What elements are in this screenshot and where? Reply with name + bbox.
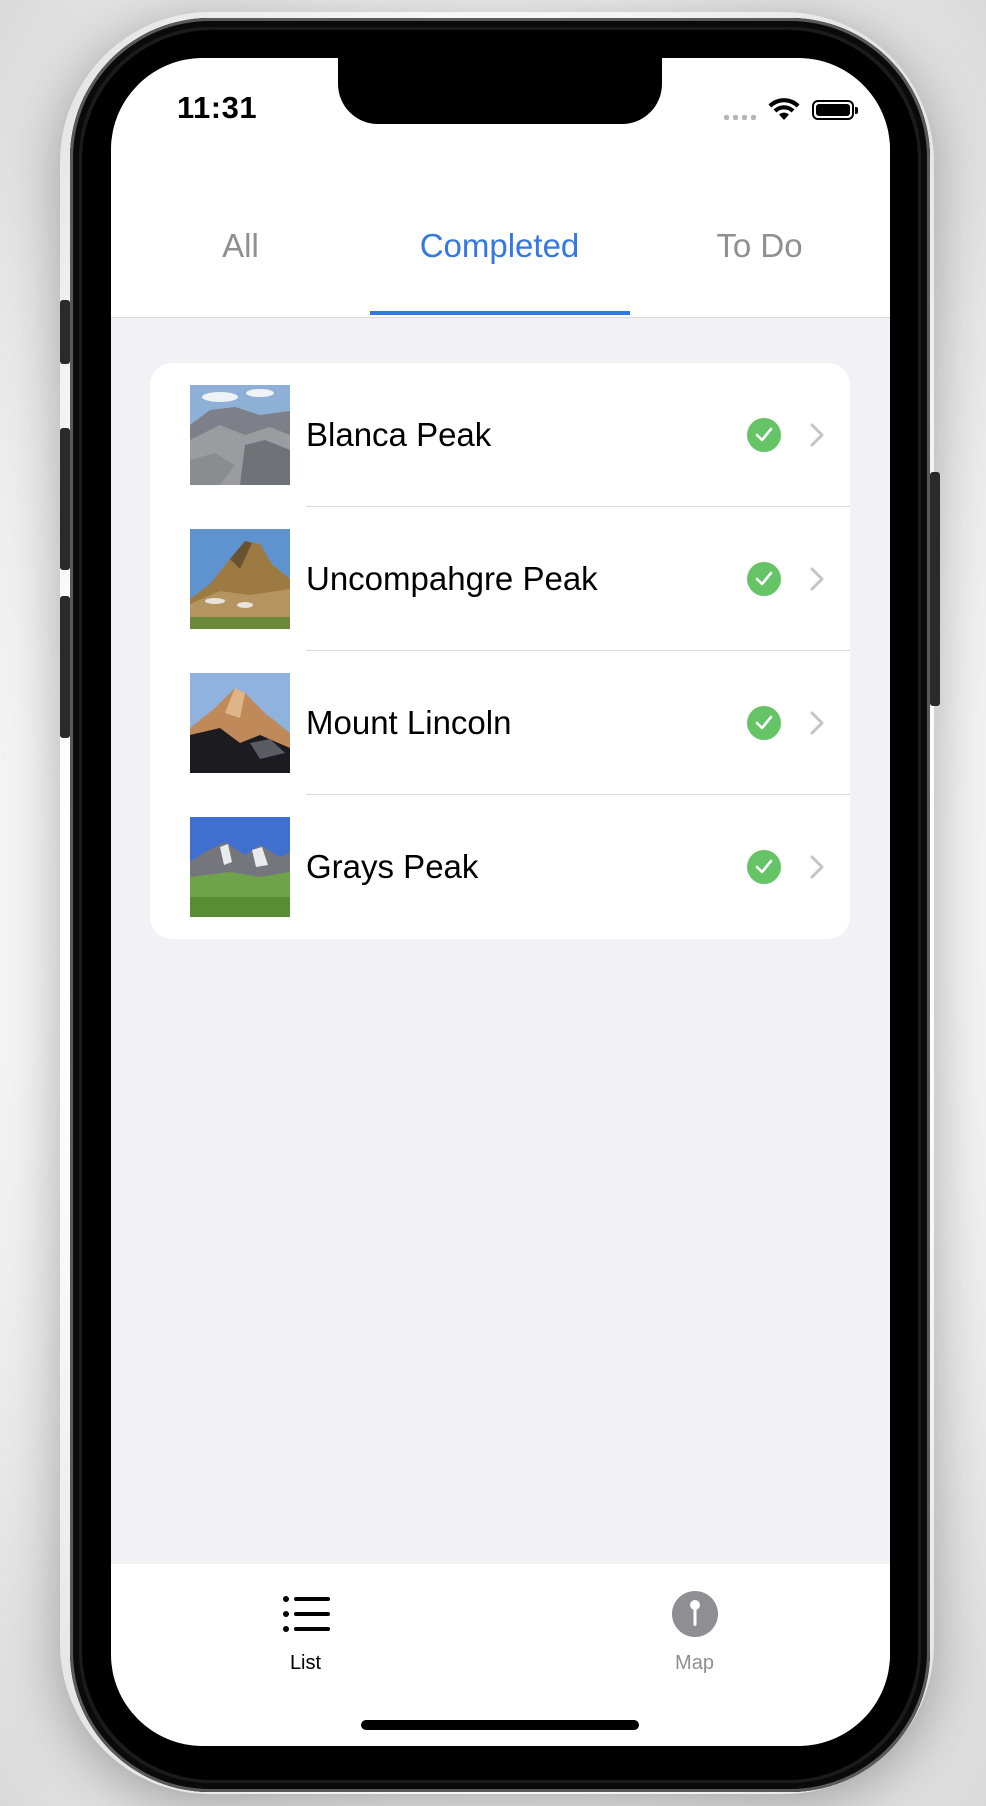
list-item-uncompahgre-peak[interactable]: Uncompahgre Peak — [150, 507, 850, 651]
tabbar-list-label: List — [289, 1652, 322, 1674]
home-indicator[interactable] — [361, 1720, 639, 1730]
bottom-tab-bar: List Map — [111, 1564, 890, 1746]
device-notch — [338, 58, 662, 124]
chevron-right-icon — [810, 855, 824, 879]
tab-all[interactable]: All — [111, 158, 370, 318]
completed-check-icon — [747, 418, 781, 452]
tab-to-do-label: To Do — [716, 227, 803, 264]
completed-check-icon — [747, 706, 781, 740]
peak-thumbnail — [190, 529, 290, 629]
status-time: 11:31 — [177, 90, 258, 125]
battery-icon — [812, 100, 858, 120]
wifi-icon — [768, 98, 800, 120]
list-item-blanca-peak[interactable]: Blanca Peak — [150, 363, 850, 507]
volume-up-button — [60, 428, 70, 570]
tab-all-label: All — [222, 227, 259, 264]
peak-thumbnail — [190, 385, 290, 485]
status-bar: 11:31 — [111, 58, 890, 158]
map-pin-icon — [671, 1591, 718, 1637]
chevron-right-icon — [810, 711, 824, 735]
peak-name: Grays Peak — [306, 848, 479, 885]
list-item-grays-peak[interactable]: Grays Peak — [150, 795, 850, 939]
tab-to-do[interactable]: To Do — [630, 158, 889, 318]
tabbar-item-map[interactable]: Map — [500, 1564, 889, 1684]
segment-control: All Completed To Do — [111, 158, 890, 318]
peak-thumbnail — [190, 817, 290, 917]
chevron-right-icon — [810, 567, 824, 591]
completed-check-icon — [747, 562, 781, 596]
completed-check-icon — [747, 850, 781, 884]
cellular-signal-icon — [724, 100, 756, 120]
tab-completed-label: Completed — [419, 227, 580, 264]
side-button — [930, 472, 940, 706]
peak-name: Mount Lincoln — [306, 704, 512, 741]
silent-switch — [60, 300, 70, 364]
peak-name: Blanca Peak — [306, 416, 492, 453]
peak-thumbnail — [190, 673, 290, 773]
volume-down-button — [60, 596, 70, 738]
status-indicators — [724, 96, 858, 124]
tab-completed[interactable]: Completed — [370, 158, 629, 318]
tabbar-map-label: Map — [675, 1652, 714, 1674]
list-icon — [282, 1596, 330, 1632]
chevron-right-icon — [810, 423, 824, 447]
tabbar-item-list[interactable]: List — [111, 1564, 500, 1684]
peak-list: Blanca Peak Uncompahgre Peak Mount Linco… — [150, 363, 850, 939]
peak-name: Uncompahgre Peak — [306, 560, 598, 597]
app-screen: 11:31 All Completed To Do Blanca Peak Un… — [111, 58, 890, 1746]
list-item-mount-lincoln[interactable]: Mount Lincoln — [150, 651, 850, 795]
active-tab-indicator — [370, 311, 630, 315]
